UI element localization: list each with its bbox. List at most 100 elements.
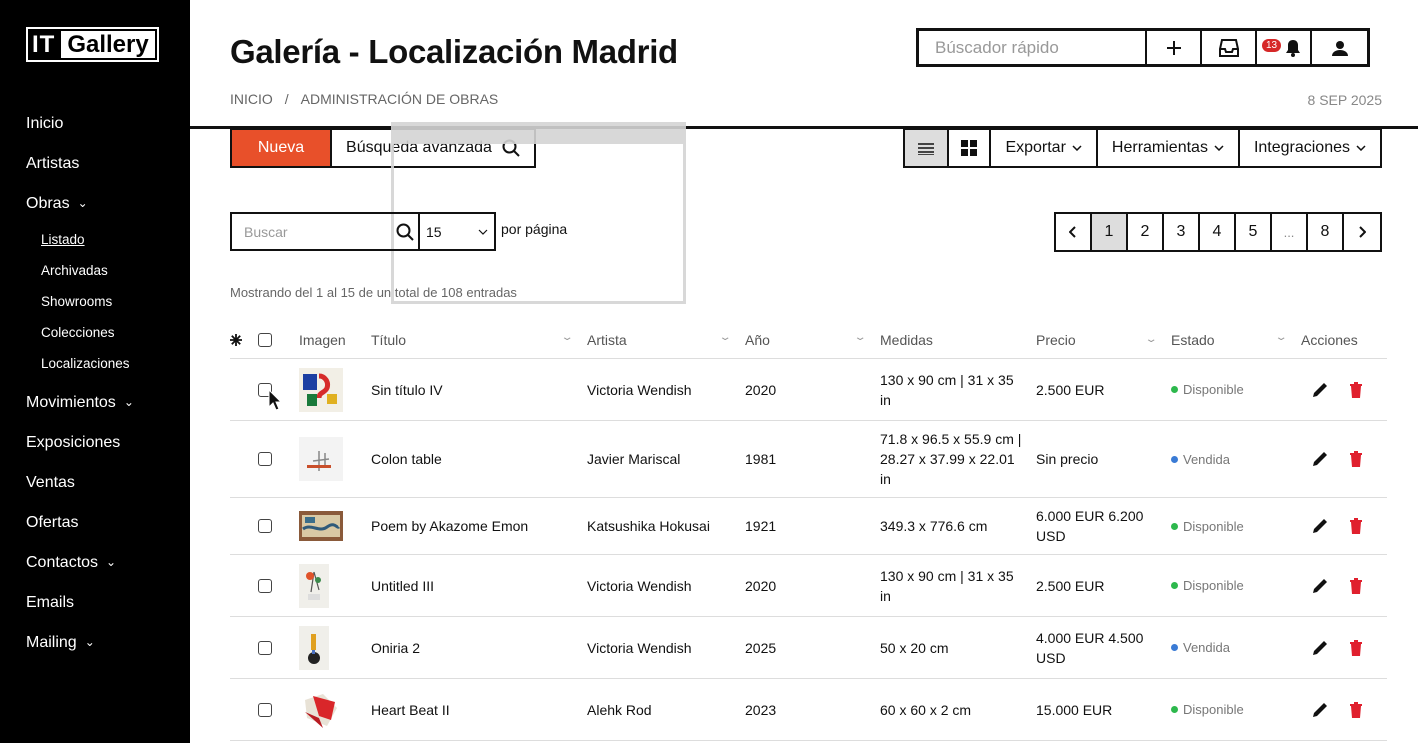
pagination-page[interactable]: 3 <box>1164 214 1200 250</box>
status-dot <box>1171 706 1178 713</box>
edit-icon[interactable] <box>1311 701 1329 719</box>
trash-icon[interactable] <box>1349 381 1363 398</box>
column-header-state[interactable]: Estado ⌄ <box>1171 332 1301 348</box>
row-checkbox[interactable] <box>258 452 272 466</box>
list-icon <box>918 143 935 155</box>
list-view-button[interactable] <box>905 130 950 166</box>
trash-icon[interactable] <box>1349 701 1363 718</box>
integrations-label: Integraciones <box>1253 139 1350 156</box>
row-checkbox[interactable] <box>258 519 272 533</box>
sidebar-subitem-showrooms[interactable]: Showrooms <box>41 286 186 317</box>
add-button[interactable] <box>1147 31 1202 64</box>
trash-icon[interactable] <box>1349 639 1363 656</box>
artwork-thumbnail[interactable] <box>299 625 329 670</box>
integrations-dropdown[interactable]: Integraciones <box>1240 130 1380 166</box>
column-header-title[interactable]: Título ⌄ <box>371 332 587 348</box>
sidebar-item-ventas[interactable]: Ventas <box>26 463 186 503</box>
artwork-size: 349.3 x 776.6 cm <box>880 518 988 534</box>
edit-icon[interactable] <box>1311 381 1329 399</box>
table-search-input[interactable]: Buscar <box>230 212 420 251</box>
sidebar-item-emails[interactable]: Emails <box>26 583 186 623</box>
artwork-thumbnail[interactable] <box>299 563 329 608</box>
sidebar-item-contactos[interactable]: Contactos ⌄ <box>26 543 186 583</box>
status-badge: Vendida <box>1171 640 1230 655</box>
per-page-select[interactable]: 15 <box>420 212 496 251</box>
sidebar-subitem-archivadas[interactable]: Archivadas <box>41 255 186 286</box>
pagination-page[interactable]: 2 <box>1128 214 1164 250</box>
table-row[interactable]: Oniria 2 Victoria Wendish 2025 50 x 20 c… <box>230 617 1387 679</box>
pagination-page[interactable]: 1 <box>1092 214 1128 250</box>
artwork-thumbnail[interactable] <box>299 437 343 481</box>
table-row[interactable]: Untitled III Victoria Wendish 2020 130 x… <box>230 555 1387 617</box>
user-menu-button[interactable] <box>1312 31 1367 64</box>
column-header-year[interactable]: Año ⌄ <box>745 332 880 348</box>
artwork-title[interactable]: Untitled III <box>371 578 587 594</box>
search-icon <box>396 223 414 241</box>
subitem-label: Listado <box>41 232 85 247</box>
export-dropdown[interactable]: Exportar <box>991 130 1098 166</box>
artwork-title[interactable]: Heart Beat II <box>371 702 587 718</box>
artwork-title[interactable]: Poem by Akazome Emon <box>371 518 587 534</box>
breadcrumb-home[interactable]: INICIO <box>230 91 273 107</box>
artwork-thumbnail[interactable] <box>299 367 343 412</box>
sidebar-item-obras[interactable]: Obras ⌄ <box>26 184 186 224</box>
artwork-title[interactable]: Sin título IV <box>371 382 587 398</box>
table-row[interactable]: Sin título IV Victoria Wendish 2020 130 … <box>230 359 1387 421</box>
pagination-next[interactable] <box>1344 214 1380 250</box>
subitem-label: Archivadas <box>41 263 108 278</box>
table-row[interactable]: Colon table Javier Mariscal 1981 71.8 x … <box>230 421 1387 498</box>
chevron-down-icon <box>478 229 488 235</box>
new-artwork-button[interactable]: Nueva <box>232 130 332 166</box>
chevron-down-icon: ⌄ <box>1274 332 1288 343</box>
trash-icon[interactable] <box>1349 577 1363 594</box>
tools-dropdown[interactable]: Herramientas <box>1098 130 1240 166</box>
sidebar-subitem-listado[interactable]: Listado <box>41 224 186 255</box>
chevron-down-icon <box>1356 145 1366 151</box>
artwork-thumbnail[interactable] <box>299 511 343 541</box>
pagination-page[interactable]: 8 <box>1308 214 1344 250</box>
edit-icon[interactable] <box>1311 517 1329 535</box>
column-header-price[interactable]: Precio ⌄ <box>1036 330 1171 350</box>
pagination-page[interactable]: 4 <box>1200 214 1236 250</box>
row-checkbox[interactable] <box>258 640 272 655</box>
table-row[interactable]: Poem by Akazome Emon Katsushika Hokusai … <box>230 498 1387 555</box>
trash-icon[interactable] <box>1349 518 1363 534</box>
column-header-label: Título <box>371 332 407 348</box>
column-header-artist[interactable]: Artista ⌄ <box>587 332 745 348</box>
sidebar-item-ofertas[interactable]: Ofertas <box>26 503 186 543</box>
artwork-title[interactable]: Colon table <box>371 451 587 467</box>
trash-icon[interactable] <box>1349 451 1363 467</box>
pagination-page[interactable]: 5 <box>1236 214 1272 250</box>
sidebar-subitem-localizaciones[interactable]: Localizaciones <box>41 348 186 379</box>
artwork-title[interactable]: Oniria 2 <box>371 640 587 656</box>
chevron-right-icon <box>1359 226 1366 238</box>
inbox-button[interactable] <box>1202 31 1257 64</box>
sidebar-subitem-colecciones[interactable]: Colecciones <box>41 317 186 348</box>
export-label: Exportar <box>1005 139 1066 156</box>
edit-icon[interactable] <box>1311 639 1329 657</box>
artwork-year: 2025 <box>745 639 777 656</box>
artwork-thumbnail[interactable] <box>299 687 343 732</box>
gear-icon[interactable] <box>230 334 242 346</box>
status-badge: Vendida <box>1171 452 1230 467</box>
edit-icon[interactable] <box>1311 450 1329 468</box>
sidebar-item-movimientos[interactable]: Movimientos ⌄ <box>26 383 186 423</box>
grid-view-button[interactable] <box>949 130 992 166</box>
pagination-prev[interactable] <box>1056 214 1092 250</box>
artwork-price: 2.500 EUR <box>1036 577 1105 594</box>
sidebar-item-exposiciones[interactable]: Exposiciones <box>26 423 186 463</box>
table-row[interactable]: Heart Beat II Alehk Rod 2023 60 x 60 x 2… <box>230 679 1387 741</box>
sidebar-item-artistas[interactable]: Artistas <box>26 144 186 184</box>
edit-icon[interactable] <box>1311 577 1329 595</box>
sidebar-item-inicio[interactable]: Inicio <box>26 104 186 144</box>
artwork-price: 15.000 EUR <box>1036 701 1113 718</box>
sidebar-item-label: Emails <box>26 594 75 611</box>
quick-search-input[interactable]: Búscador rápido <box>919 31 1147 64</box>
select-all-checkbox[interactable] <box>258 333 272 347</box>
breadcrumb: INICIO / ADMINISTRACIÓN DE OBRAS <box>230 91 498 107</box>
notifications-button[interactable]: 13 <box>1257 31 1312 64</box>
sidebar-item-mailing[interactable]: Mailing ⌄ <box>26 623 186 663</box>
row-checkbox[interactable] <box>258 702 272 717</box>
row-checkbox[interactable] <box>258 578 272 593</box>
app-logo[interactable]: IT Gallery <box>26 27 159 62</box>
